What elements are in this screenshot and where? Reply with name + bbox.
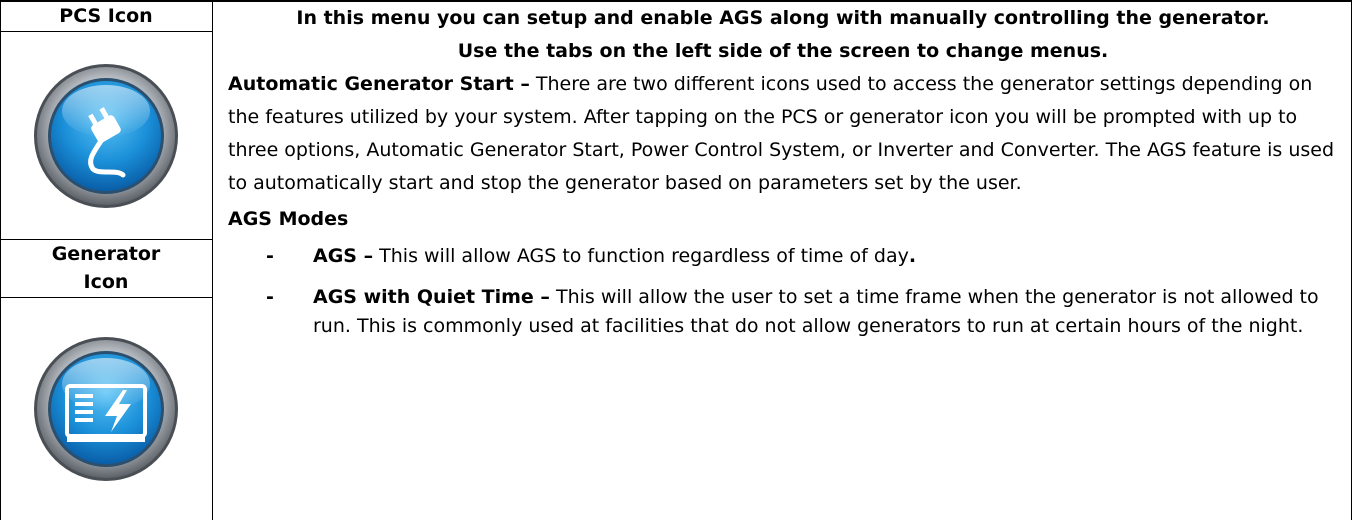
mode-body: This will allow AGS to function regardle… <box>373 245 909 267</box>
document-table: PCS Icon Generator Icon In this menu you… <box>0 0 1352 520</box>
generator-icon-cell <box>0 298 212 520</box>
description-column: In this menu you can setup and enable AG… <box>213 0 1352 520</box>
intro-heading: In this menu you can setup and enable AG… <box>296 7 1270 29</box>
generator-icon-label: Generator Icon <box>51 243 161 293</box>
ags-start-title: Automatic Generator Start – <box>228 73 530 95</box>
mode-end: . <box>908 245 917 267</box>
ags-modes-title: AGS Modes <box>228 208 349 230</box>
pcs-icon-cell <box>0 32 212 239</box>
bullet-dash: - <box>266 286 274 308</box>
power-plug-icon <box>34 63 178 208</box>
mode-title: AGS with Quiet Time – <box>313 286 550 308</box>
generator-lightning-icon <box>34 337 178 481</box>
bullet-dash: - <box>266 245 274 267</box>
tabs-heading: Use the tabs on the left side of the scr… <box>457 40 1109 62</box>
list-item: - AGS with Quiet Time – This will allow … <box>266 283 1338 341</box>
icon-column: PCS Icon Generator Icon <box>0 0 212 520</box>
ags-modes-list: - AGS – This will allow AGS to function … <box>228 242 1338 341</box>
list-item: - AGS – This will allow AGS to function … <box>266 242 1338 271</box>
pcs-icon-label: PCS Icon <box>59 5 153 27</box>
mode-title: AGS – <box>313 245 374 267</box>
ags-start-paragraph: Automatic Generator Start – There are tw… <box>228 68 1338 200</box>
